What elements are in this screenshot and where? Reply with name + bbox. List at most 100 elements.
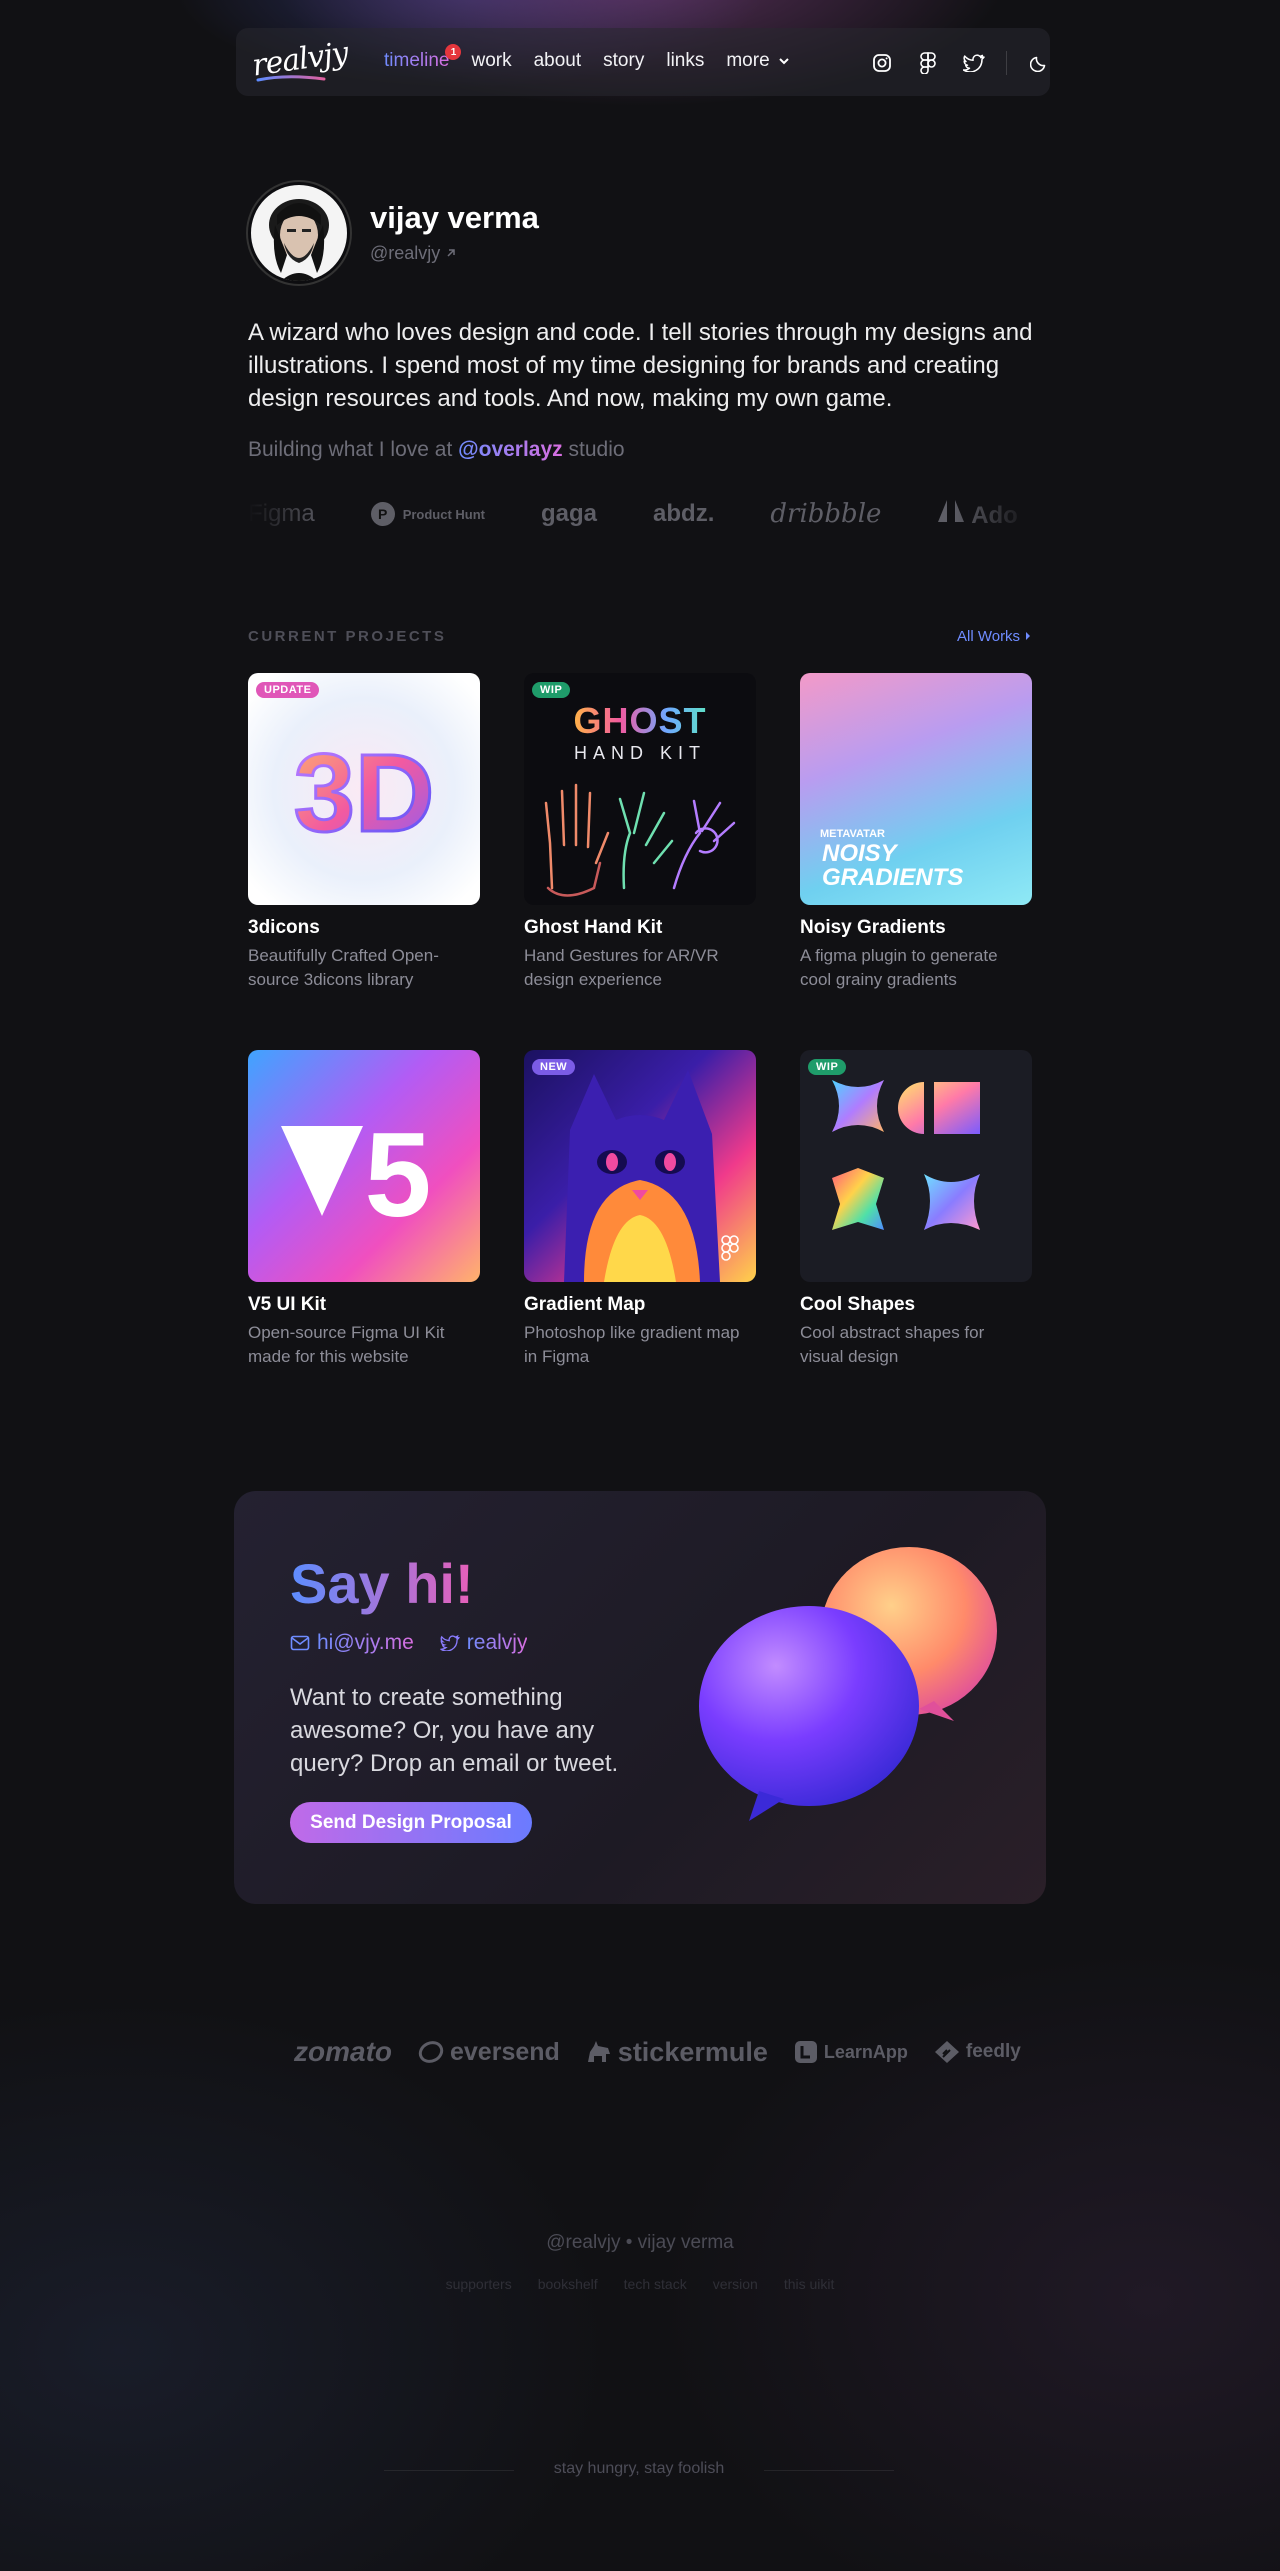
- cool-shapes-art: [832, 1080, 980, 1230]
- nav-divider: [1006, 51, 1007, 75]
- send-design-proposal-button[interactable]: Send Design Proposal: [290, 1802, 532, 1843]
- footer-credit: @realvjy • vijay verma: [546, 2232, 734, 2253]
- chevron-down-icon: [779, 58, 789, 65]
- all-works-link[interactable]: All Works: [957, 628, 1032, 645]
- brand-logo-label: stickermule: [617, 2036, 768, 2067]
- caret-right-icon: [1026, 632, 1031, 640]
- figma-icon: [721, 1235, 739, 1261]
- brand-logo-eversend: eversend: [418, 2038, 560, 2067]
- nav-link-label: timeline: [384, 50, 450, 71]
- email-label: hi@vjy.me: [317, 1631, 414, 1654]
- building-prefix: Building what I love at: [248, 438, 453, 461]
- profile-name: vijay verma: [370, 200, 539, 235]
- v5-art: 5: [281, 1108, 431, 1242]
- brand-logo-feedly: feedly: [934, 2040, 1021, 2064]
- 3dicons-art: 3D: [292, 731, 436, 857]
- project-desc: Cool abstract shapes for visual design: [800, 1323, 985, 1366]
- footer-link-supporters[interactable]: supporters: [446, 2276, 512, 2292]
- client-logo-abdz: abdz.: [653, 500, 715, 527]
- project-desc: Beautifully Crafted Open-source 3dicons …: [248, 946, 439, 989]
- chat-bubbles-icon: [699, 1547, 997, 1821]
- client-logo-figma: Figma: [248, 500, 315, 527]
- instagram-icon[interactable]: [868, 50, 896, 76]
- project-desc: A figma plugin to generate cool grainy g…: [800, 946, 998, 989]
- mule-icon: [587, 2041, 610, 2062]
- mail-icon: [290, 1635, 310, 1651]
- client-logo-label: Ado: [971, 501, 1018, 529]
- tag-badge: UPDATE: [256, 682, 320, 698]
- nav-link-about[interactable]: about: [534, 50, 582, 72]
- client-logo-gaga: gaga: [541, 500, 598, 527]
- project-card-gradient-map[interactable]: NEW Gradient Map Photoshop like gradient…: [524, 1050, 756, 1369]
- project-thumbnail: NEW: [524, 1050, 756, 1282]
- project-title: Ghost Hand Kit: [524, 917, 663, 938]
- producthunt-icon: P: [370, 502, 395, 526]
- project-title: Gradient Map: [524, 1294, 646, 1315]
- moon-icon[interactable]: [1025, 50, 1053, 76]
- logo[interactable]: realvjy: [250, 36, 350, 86]
- ghost-hand-kit-art: GHOST HAND KIT: [544, 700, 736, 897]
- learnapp-icon: [794, 2041, 817, 2063]
- figma-icon[interactable]: [914, 50, 942, 76]
- avatar: [248, 182, 350, 284]
- footer-link-bookshelf[interactable]: bookshelf: [538, 2276, 598, 2292]
- project-card-ghost-hand-kit[interactable]: GHOST HAND KIT WIP Ghost Hand Kit Hand G…: [524, 673, 756, 992]
- nav-link-more[interactable]: more: [726, 50, 790, 72]
- client-logo-label: Product Hunt: [402, 506, 486, 522]
- ghost-art-title: GHOST: [573, 700, 706, 741]
- all-works-label: All Works: [957, 628, 1021, 645]
- nav-link-story[interactable]: story: [603, 50, 644, 72]
- project-card-3dicons[interactable]: 3D UPDATE 3dicons Beautifully Crafted Op…: [248, 673, 480, 992]
- project-thumbnail: METAVATAR NOISY GRADIENTS: [800, 673, 1032, 905]
- studio-link[interactable]: @overlayz: [458, 438, 563, 461]
- footer-motto: stay hungry, stay foolish: [553, 2460, 725, 2477]
- nav-link-timeline[interactable]: timeline 1: [384, 44, 462, 72]
- twitter-label: realvjy: [466, 1631, 528, 1654]
- motto-row: stay hungry, stay foolish: [384, 2458, 894, 2482]
- twitter-icon[interactable]: [960, 50, 988, 76]
- email-link[interactable]: hi@vjy.me: [290, 1631, 414, 1655]
- client-logo-producthunt: P Product Hunt: [370, 502, 486, 526]
- nav-icons: [868, 50, 1053, 76]
- top-nav: realvjy timeline 1 work about story link…: [236, 28, 1050, 96]
- project-card-cool-shapes[interactable]: WIP Cool Shapes Cool abstract shapes for…: [800, 1050, 1032, 1369]
- profile-handle[interactable]: @realvjy: [370, 243, 457, 264]
- footer-link-this-uikit[interactable]: this uikit: [784, 2276, 835, 2292]
- project-desc: Photoshop like gradient map in Figma: [524, 1323, 740, 1366]
- project-title: V5 UI Kit: [248, 1294, 327, 1315]
- say-hi-text: Want to create something awesome? Or, yo…: [290, 1684, 619, 1777]
- twitter-link[interactable]: realvjy: [440, 1631, 528, 1655]
- section-label-projects: CURRENT PROJECTS: [248, 628, 447, 645]
- client-logos: Figma P Product Hunt gaga abdz. dribbble…: [248, 492, 1032, 536]
- noisy-art-line1: NOISY: [822, 840, 899, 867]
- client-logo-dribbble: dribbble: [770, 499, 882, 529]
- brand-logo-zomato: zomato: [294, 2036, 392, 2067]
- project-card-v5-ui-kit[interactable]: 5 V5 UI Kit Open-source Figma UI Kit mad…: [248, 1050, 480, 1369]
- project-desc: Hand Gestures for AR/VR design experienc…: [524, 946, 719, 989]
- brand-logo-learnapp: LearnApp: [794, 2040, 908, 2064]
- 3dicons-art-text: 3D: [294, 732, 435, 855]
- nav-link-work[interactable]: work: [471, 50, 511, 72]
- say-hi-title: Say hi!: [290, 1552, 474, 1615]
- tag-badge: WIP: [532, 682, 571, 698]
- building-line: Building what I love at @overlayz studio: [248, 438, 625, 462]
- nav-link-label: more: [726, 50, 770, 71]
- brand-logo-label: feedly: [965, 2041, 1021, 2062]
- noisy-art-brand: METAVATAR: [820, 828, 885, 840]
- profile-handle-text: @realvjy: [370, 243, 441, 263]
- tag-badge: WIP: [808, 1059, 847, 1075]
- nav-link-links[interactable]: links: [666, 50, 704, 72]
- building-suffix: studio: [568, 438, 625, 461]
- logo-swoosh-icon: [256, 75, 326, 82]
- adobe-icon: [938, 499, 965, 522]
- noisy-art-line2: GRADIENTS: [822, 864, 963, 891]
- contact-links: hi@vjy.me realvjy: [290, 1631, 527, 1655]
- footer-link-version[interactable]: version: [713, 2276, 758, 2292]
- project-card-noisy-gradients[interactable]: METAVATAR NOISY GRADIENTS Noisy Gradient…: [800, 673, 1032, 992]
- footer-link-tech-stack[interactable]: tech stack: [624, 2276, 687, 2292]
- twitter-icon: [440, 1635, 460, 1651]
- brand-logos: zomato eversend stickermule LearnApp fee…: [294, 2036, 1021, 2068]
- notification-badge: 1: [445, 44, 462, 60]
- ghost-art-subtitle: HAND KIT: [574, 743, 706, 763]
- footer-links: supporters bookshelf tech stack version …: [0, 2276, 1280, 2292]
